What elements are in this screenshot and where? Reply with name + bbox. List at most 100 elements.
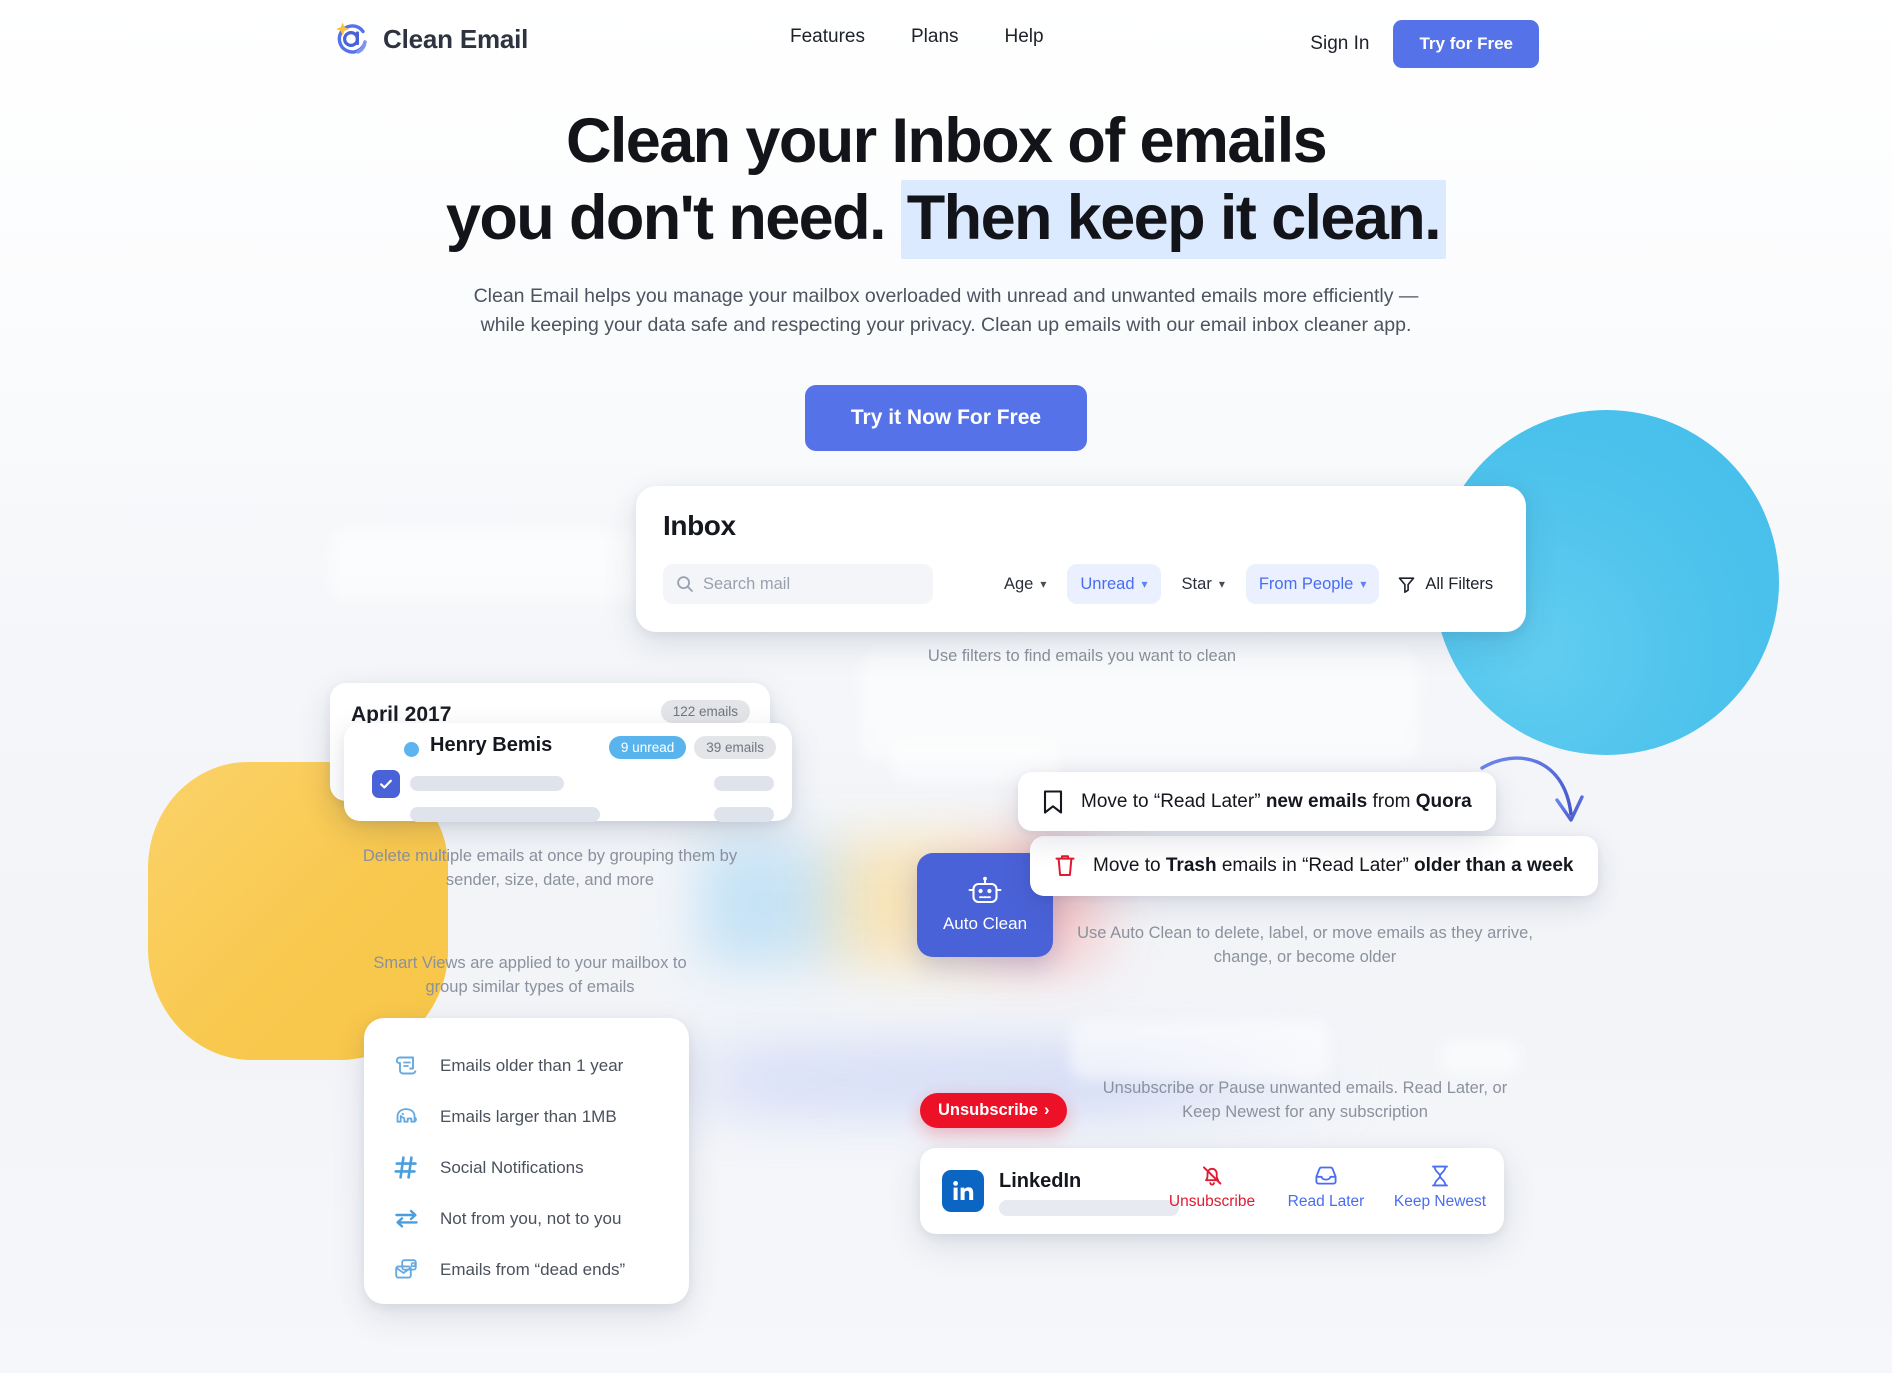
- smart-view-label: Not from you, not to you: [440, 1208, 622, 1228]
- headline-line-2: you don't need. Then keep it clean.: [0, 173, 1892, 259]
- filter-chip-star[interactable]: Star ▾: [1169, 564, 1238, 604]
- hero-section: Clean your Inbox of emails you don't nee…: [0, 110, 1892, 451]
- auto-clean-label: Auto Clean: [942, 914, 1028, 933]
- smart-view-item-older-than-1-year[interactable]: Emails older than 1 year: [364, 1040, 689, 1091]
- auto-clean-rule-trash[interactable]: Move to Trash emails in “Read Later” old…: [1030, 836, 1598, 896]
- elephant-icon: [392, 1103, 420, 1131]
- scroll-icon: [392, 1052, 420, 1080]
- chevron-down-icon: ▾: [1040, 577, 1047, 591]
- check-icon: [380, 779, 392, 789]
- hero-subtitle: Clean Email helps you manage your mailbo…: [446, 282, 1446, 340]
- chevron-down-icon: ▾: [1360, 577, 1367, 591]
- try-for-free-button[interactable]: Try for Free: [1393, 20, 1539, 68]
- unsubscribe-caption: Unsubscribe or Pause unwanted emails. Re…: [1040, 1077, 1570, 1125]
- inbox-caption: Use filters to find emails you want to c…: [927, 647, 1237, 665]
- search-input[interactable]: Search mail: [663, 564, 933, 604]
- page-title: Clean your Inbox of emails you don't nee…: [0, 106, 1892, 259]
- row-checkbox[interactable]: [372, 770, 400, 798]
- unsubscribe-action-button[interactable]: Unsubscribe: [1166, 1162, 1258, 1211]
- search-placeholder: Search mail: [703, 574, 791, 593]
- sender-row-card: Henry Bemis 9 unread 39 emails: [344, 723, 792, 822]
- smart-views-caption: Smart Views are applied to your mailbox …: [305, 952, 755, 1000]
- placeholder-bar: [714, 776, 774, 791]
- funnel-icon: [1399, 576, 1415, 593]
- envelope-stack-icon: [392, 1256, 420, 1284]
- subscription-row-card: LinkedIn Unsubscribe Read Later Keep New…: [920, 1148, 1504, 1234]
- smart-views-caption-line-2: group similar types of emails: [425, 977, 635, 996]
- action-label: Keep Newest: [1393, 1193, 1487, 1210]
- rule-text: Move to “Read Later” new emails from Quo…: [1081, 790, 1472, 812]
- brand-logo[interactable]: Clean Email: [330, 18, 528, 60]
- grouping-caption-line-1: Delete multiple emails at once by groupi…: [362, 847, 738, 865]
- smart-views-caption-line-1: Smart Views are applied to your mailbox …: [373, 954, 687, 972]
- bookmark-icon: [1043, 789, 1063, 814]
- filter-chip-from-people[interactable]: From People ▾: [1245, 564, 1380, 604]
- site-header: Clean Email Features Plans Help Sign In …: [0, 0, 1892, 86]
- nav-item-plans[interactable]: Plans: [911, 26, 959, 48]
- inbox-title: Inbox: [663, 510, 736, 541]
- keep-newest-action-button[interactable]: Keep Newest: [1394, 1162, 1486, 1211]
- exchange-arrows-icon: [392, 1205, 420, 1233]
- read-later-action-button[interactable]: Read Later: [1280, 1162, 1372, 1211]
- primary-nav: Features Plans Help: [790, 26, 1044, 48]
- unread-dot-icon: [404, 742, 419, 757]
- group-count-badge: 122 emails: [660, 700, 750, 723]
- subtitle-line-1: Clean Email helps you manage your mailbo…: [473, 285, 1419, 307]
- auto-clean-caption-line-1: Use Auto Clean to delete, label, or move…: [1077, 924, 1533, 942]
- filter-chip-unread[interactable]: Unread ▾: [1067, 564, 1161, 604]
- nav-item-help[interactable]: Help: [1005, 26, 1044, 48]
- chevron-right-icon: ›: [1043, 1101, 1050, 1119]
- auto-clean-caption-line-2: change, or become older: [1213, 947, 1397, 966]
- headline-plain: you don't need.: [445, 183, 887, 253]
- filter-chip-label: Unread: [1080, 574, 1135, 593]
- unsubscribe-pill-label: Unsubscribe: [938, 1101, 1038, 1119]
- chevron-down-icon: ▾: [1141, 577, 1148, 591]
- filter-chip-label: Star: [1181, 574, 1212, 593]
- grouping-caption: Delete multiple emails at once by groupi…: [305, 845, 795, 893]
- headline-line-1: Clean your Inbox of emails: [565, 106, 1328, 176]
- unread-badge: 9 unread: [608, 736, 687, 759]
- grouping-caption-line-2: sender, size, date, and more: [445, 870, 655, 889]
- subscription-actions: Unsubscribe Read Later Keep Newest: [1166, 1162, 1486, 1211]
- smart-view-item-dead-ends[interactable]: Emails from “dead ends”: [364, 1244, 689, 1295]
- filter-chip-age[interactable]: Age ▾: [991, 564, 1059, 604]
- hero-cta-button[interactable]: Try it Now For Free: [804, 384, 1088, 451]
- headline-highlight: Then keep it clean.: [900, 180, 1447, 259]
- inbox-tray-icon: [1315, 1166, 1337, 1185]
- all-filters-label: All Filters: [1425, 574, 1494, 593]
- auth-actions: Sign In Try for Free: [1310, 20, 1539, 68]
- smart-view-label: Emails larger than 1MB: [440, 1106, 617, 1126]
- hourglass-icon: [1432, 1165, 1448, 1187]
- nav-item-features[interactable]: Features: [790, 26, 865, 48]
- blurred-background-card: [1070, 1020, 1330, 1080]
- smart-views-card: Emails older than 1 year Emails larger t…: [364, 1018, 689, 1304]
- action-label: Read Later: [1287, 1193, 1365, 1210]
- search-icon: [677, 576, 693, 592]
- unsubscribe-caption-line-2: Keep Newest for any subscription: [1182, 1102, 1428, 1121]
- sign-in-link[interactable]: Sign In: [1310, 33, 1369, 55]
- all-filters-button[interactable]: All Filters: [1387, 564, 1503, 604]
- smart-view-label: Social Notifications: [440, 1157, 584, 1177]
- filter-chip-label: Age: [1004, 574, 1034, 593]
- inbox-filter-card: Inbox Search mail Age ▾ Unread ▾ Star ▾ …: [636, 486, 1526, 632]
- robot-icon: [968, 876, 1002, 904]
- smart-view-label: Emails older than 1 year: [440, 1055, 624, 1075]
- placeholder-bar: [999, 1200, 1179, 1216]
- smart-view-item-larger-than-1mb[interactable]: Emails larger than 1MB: [364, 1091, 689, 1142]
- chevron-down-icon: ▾: [1218, 577, 1225, 591]
- smart-view-label: Emails from “dead ends”: [440, 1259, 626, 1279]
- hash-icon: [392, 1154, 420, 1182]
- blurred-background-card: [330, 530, 650, 600]
- blurred-background-card: [1440, 1040, 1520, 1074]
- placeholder-bar: [410, 776, 564, 791]
- auto-clean-rule-readlater[interactable]: Move to “Read Later” new emails from Quo…: [1018, 772, 1496, 831]
- smart-view-item-social-notifications[interactable]: Social Notifications: [364, 1142, 689, 1193]
- subscription-sender-name: LinkedIn: [999, 1170, 1082, 1192]
- smart-view-item-not-from-you[interactable]: Not from you, not to you: [364, 1193, 689, 1244]
- email-count-badge: 39 emails: [694, 736, 776, 759]
- linkedin-logo-icon: [942, 1170, 984, 1212]
- brand-name: Clean Email: [383, 23, 529, 54]
- rule-text: Move to Trash emails in “Read Later” old…: [1093, 855, 1574, 876]
- filter-chip-row: Age ▾ Unread ▾ Star ▾ From People ▾ All …: [991, 564, 1503, 604]
- unsubscribe-pill-button[interactable]: Unsubscribe ›: [920, 1093, 1068, 1128]
